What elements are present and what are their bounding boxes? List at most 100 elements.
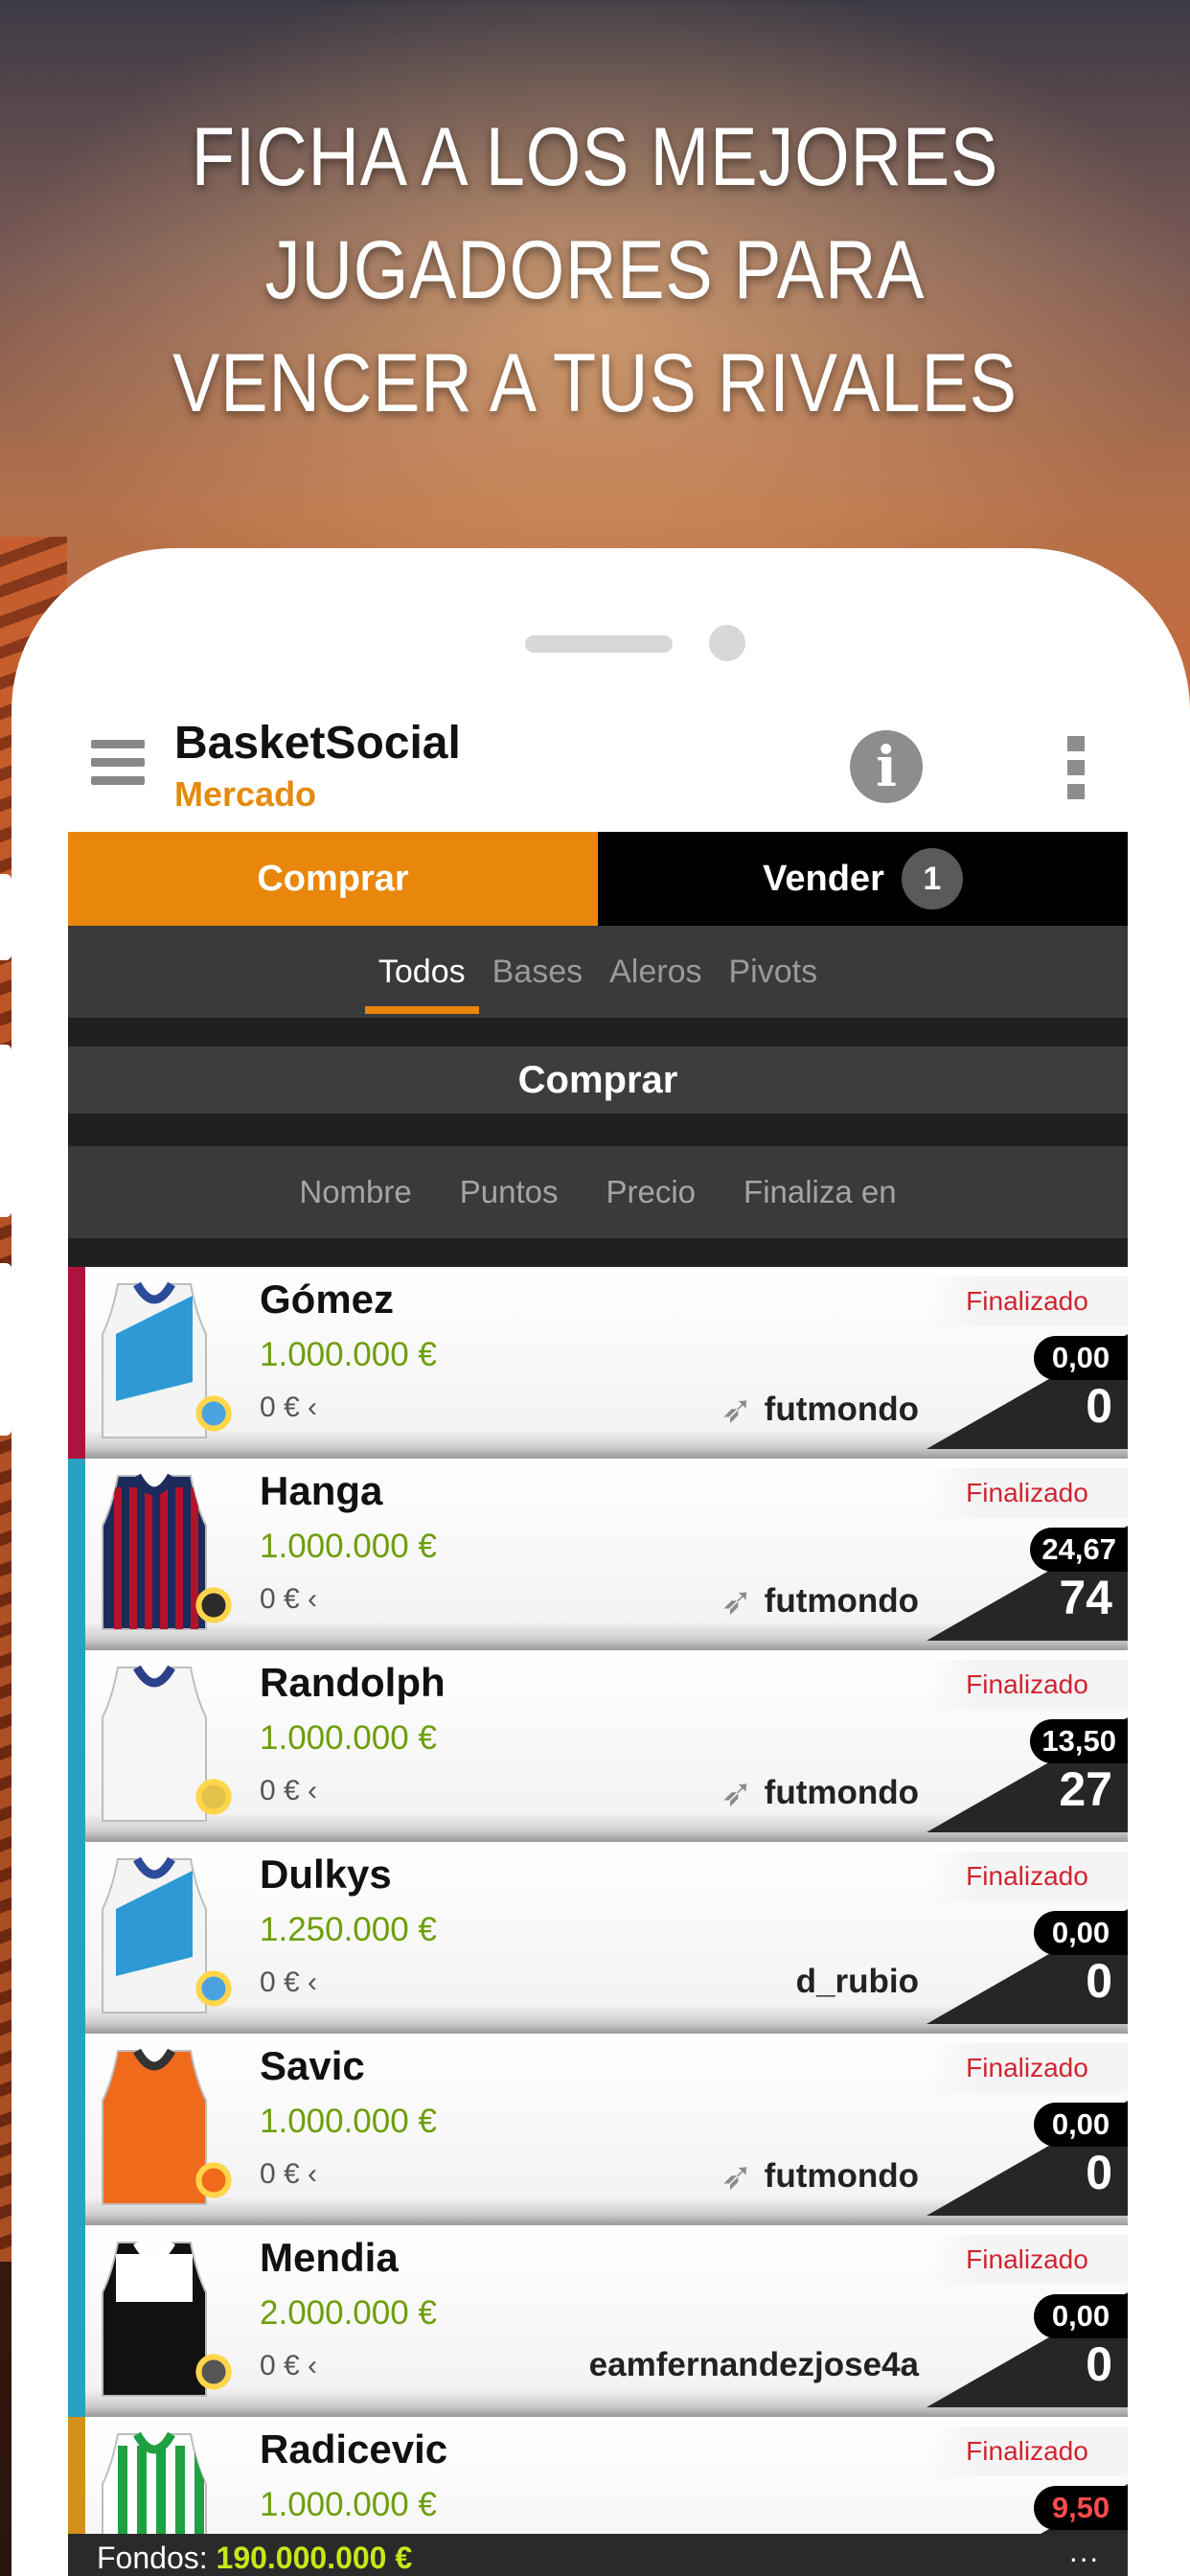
player-row[interactable]: Dulkys 1.250.000 € 0 € ‹ d_rubio Finaliz… <box>68 1842 1128 2034</box>
player-row[interactable]: Savic 1.000.000 € 0 € ‹ ➶ futmondo Finali… <box>68 2034 1128 2225</box>
player-name: Mendia <box>260 2235 399 2280</box>
tab-buy[interactable]: Comprar <box>68 832 598 926</box>
footer-right-indicator: ··· <box>1068 2541 1099 2575</box>
sort-precio[interactable]: Precio <box>606 1174 696 1210</box>
more-options-icon[interactable] <box>1067 736 1087 799</box>
player-status: Finalizado <box>927 2426 1128 2476</box>
player-row[interactable]: Mendia 2.000.000 € 0 € ‹ eamfernandezjos… <box>68 2225 1128 2417</box>
owner-name: futmondo <box>764 2157 919 2195</box>
team-shield-icon <box>195 2158 233 2202</box>
menu-icon[interactable] <box>91 740 145 786</box>
player-clause: 0 € ‹ <box>260 1392 317 1424</box>
rocket-icon: ➶ <box>721 1772 753 1814</box>
player-owner: eamfernandezjose4a <box>589 2346 919 2384</box>
clause-arrow-icon: ‹ <box>299 2350 318 2381</box>
funds-value: 190.000.000 € <box>216 2541 413 2575</box>
player-points: 74 <box>1059 1571 1112 1624</box>
team-shield-icon <box>195 1583 233 1627</box>
phone-speaker <box>525 635 673 653</box>
player-average: 0,00 <box>1034 2294 1128 2338</box>
player-name: Randolph <box>260 1660 446 1705</box>
sort-finaliza[interactable]: Finaliza en <box>744 1174 897 1210</box>
player-clause: 0 € ‹ <box>260 1966 317 1999</box>
player-name: Gómez <box>260 1276 395 1322</box>
filter-aleros[interactable]: Aleros <box>606 954 705 991</box>
player-row[interactable]: Randolph 1.000.000 € 0 € ‹ ➶ futmondo Fin… <box>68 1650 1128 1842</box>
divider <box>68 1238 1128 1267</box>
info-icon[interactable]: i <box>850 730 923 803</box>
clause-arrow-icon: ‹ <box>299 1392 318 1423</box>
team-shield-icon <box>195 2350 233 2394</box>
player-list: Gómez 1.000.000 € 0 € ‹ ➶ futmondo Finali… <box>68 1267 1128 2576</box>
player-clause: 0 € ‹ <box>260 2158 317 2191</box>
player-points: 0 <box>1086 1379 1112 1433</box>
player-clause: 0 € ‹ <box>260 1583 317 1616</box>
clause-arrow-icon: ‹ <box>299 1966 318 1998</box>
rocket-icon: ➶ <box>721 1389 753 1431</box>
app-subtitle: Mercado <box>174 774 317 814</box>
player-stripe <box>68 1842 85 2034</box>
player-stripe <box>68 2034 85 2225</box>
player-points: 0 <box>1086 2146 1112 2199</box>
player-price: 1.000.000 € <box>260 2486 437 2523</box>
player-row[interactable]: Hanga 1.000.000 € 0 € ‹ ➶ futmondo Finali… <box>68 1459 1128 1650</box>
player-price: 1.000.000 € <box>260 1336 437 1373</box>
market-tabs: Comprar Vender 1 <box>68 832 1128 926</box>
position-filter-bar: Todos Bases Aleros Pivots <box>68 926 1128 1018</box>
filter-todos[interactable]: Todos <box>364 954 479 1014</box>
player-row[interactable]: Gómez 1.000.000 € 0 € ‹ ➶ futmondo Finali… <box>68 1267 1128 1459</box>
player-average: 13,50 <box>1030 1719 1128 1763</box>
player-name: Radicevic <box>260 2426 448 2472</box>
player-name: Savic <box>260 2043 365 2088</box>
section-title: Comprar <box>68 1046 1128 1114</box>
phone-camera <box>709 625 745 661</box>
sort-puntos[interactable]: Puntos <box>460 1174 559 1210</box>
owner-name: eamfernandezjose4a <box>588 2346 919 2383</box>
player-points: 0 <box>1086 2337 1112 2391</box>
player-price: 1.000.000 € <box>260 2103 437 2140</box>
clause-arrow-icon: ‹ <box>299 2158 318 2190</box>
clause-value: 0 € <box>260 1583 300 1615</box>
sort-bar: Nombre Puntos Precio Finaliza en <box>68 1146 1128 1238</box>
funds-footer: Fondos: 190.000.000 € ··· <box>68 2534 1128 2576</box>
clause-value: 0 € <box>260 1392 300 1423</box>
filter-pivots[interactable]: Pivots <box>725 954 822 991</box>
player-average: 0,00 <box>1034 2103 1128 2147</box>
player-status: Finalizado <box>927 2043 1128 2093</box>
tab-sell[interactable]: Vender 1 <box>598 832 1128 926</box>
side-tab <box>0 1263 11 1436</box>
funds-label: Fondos: <box>97 2541 208 2575</box>
app-title: BasketSocial <box>174 718 461 769</box>
headline-line: JUGADORES PARA <box>264 224 926 316</box>
clause-value: 0 € <box>260 1966 300 1998</box>
clause-arrow-icon: ‹ <box>299 1583 318 1615</box>
clause-arrow-icon: ‹ <box>299 1775 318 1806</box>
owner-name: futmondo <box>764 1391 919 1428</box>
headline-line: FICHA A LOS MEJORES <box>191 111 999 203</box>
player-average: 24,67 <box>1030 1528 1128 1572</box>
player-price: 1.000.000 € <box>260 1528 437 1565</box>
player-price: 1.000.000 € <box>260 1719 437 1757</box>
tab-sell-label: Vender <box>763 858 884 899</box>
rocket-icon: ➶ <box>721 2155 753 2197</box>
player-owner: ➶ futmondo <box>721 1388 919 1432</box>
team-shield-icon <box>195 1392 233 1436</box>
player-status: Finalizado <box>927 1276 1128 1326</box>
player-average: 0,00 <box>1034 1336 1128 1380</box>
player-price: 1.250.000 € <box>260 1911 437 1948</box>
player-name: Hanga <box>260 1468 383 1513</box>
player-clause: 0 € ‹ <box>260 1775 317 1807</box>
app-screen: BasketSocial Mercado i Comprar Vender 1 T… <box>68 700 1128 2576</box>
divider <box>68 1114 1128 1146</box>
player-average: 0,00 <box>1034 1911 1128 1955</box>
sort-nombre[interactable]: Nombre <box>299 1174 411 1210</box>
player-owner: ➶ futmondo <box>721 1771 919 1815</box>
owner-name: futmondo <box>764 1582 919 1620</box>
player-owner: ➶ futmondo <box>721 1579 919 1623</box>
clause-value: 0 € <box>260 1775 300 1806</box>
clause-value: 0 € <box>260 2350 300 2381</box>
team-shield-icon <box>195 1966 233 2011</box>
divider <box>68 1018 1128 1046</box>
player-status: Finalizado <box>927 1660 1128 1710</box>
filter-bases[interactable]: Bases <box>489 954 587 991</box>
